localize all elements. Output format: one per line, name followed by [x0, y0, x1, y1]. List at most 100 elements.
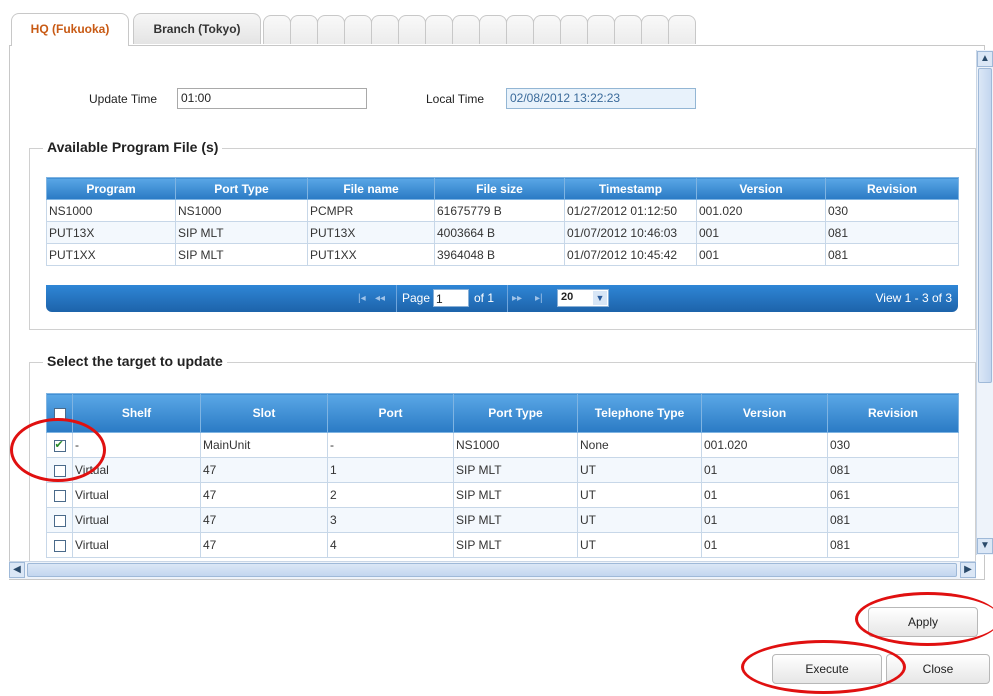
cell: NS1000: [453, 432, 578, 458]
horizontal-scrollbar[interactable]: ◀ ▶: [9, 561, 976, 579]
execute-button[interactable]: Execute: [772, 654, 882, 684]
tab-empty[interactable]: [668, 15, 696, 44]
vertical-scrollbar[interactable]: ▲ ▼: [976, 50, 993, 555]
tab-empty[interactable]: [452, 15, 480, 44]
cell: SIP MLT: [453, 482, 578, 508]
column-header-file-name[interactable]: File name: [307, 177, 435, 200]
cell: 2: [327, 482, 454, 508]
row-checkbox[interactable]: [46, 457, 73, 483]
column-header-revision[interactable]: Revision: [825, 177, 959, 200]
tab-bar: HQ (Fukuoka) Branch (Tokyo): [9, 13, 993, 47]
tab-empty[interactable]: [344, 15, 372, 44]
tab-hq-fukuoka[interactable]: HQ (Fukuoka): [11, 13, 129, 46]
page-number-input[interactable]: 1: [433, 289, 469, 307]
cell: 01: [701, 457, 828, 483]
row-checkbox[interactable]: [46, 507, 73, 533]
vertical-scroll-thumb[interactable]: [978, 68, 992, 383]
tab-empty[interactable]: [533, 15, 561, 44]
page-label: Page: [402, 291, 431, 305]
table-row[interactable]: PUT1XX SIP MLT PUT1XX 3964048 B 01/07/20…: [46, 243, 959, 266]
cell: SIP MLT: [453, 507, 578, 533]
horizontal-scroll-thumb[interactable]: [27, 563, 957, 577]
prev-page-icon[interactable]: ◂◂: [375, 285, 385, 312]
cell: 081: [825, 243, 959, 266]
column-header-file-size[interactable]: File size: [434, 177, 565, 200]
scroll-up-icon[interactable]: ▲: [977, 51, 993, 67]
cell: Virtual: [72, 482, 201, 508]
scroll-down-icon[interactable]: ▼: [977, 538, 993, 554]
column-header-shelf[interactable]: Shelf: [72, 393, 201, 433]
column-header-port-type[interactable]: Port Type: [453, 393, 578, 433]
table-row[interactable]: NS1000 NS1000 PCMPR 61675779 B 01/27/201…: [46, 199, 959, 222]
cell: SIP MLT: [175, 243, 308, 266]
cell: SIP MLT: [453, 457, 578, 483]
scroll-right-icon[interactable]: ▶: [960, 562, 976, 578]
pager-separator: [396, 285, 397, 312]
scroll-left-icon[interactable]: ◀: [9, 562, 25, 578]
table-row[interactable]: PUT13X SIP MLT PUT13X 4003664 B 01/07/20…: [46, 221, 959, 244]
row-checkbox[interactable]: [46, 482, 73, 508]
tab-empty[interactable]: [263, 15, 291, 44]
cell: 01: [701, 482, 828, 508]
cell: 47: [200, 507, 328, 533]
apply-button[interactable]: Apply: [868, 607, 978, 637]
column-header-revision[interactable]: Revision: [827, 393, 959, 433]
table-row[interactable]: Virtual 47 4 SIP MLT UT 01 081: [46, 532, 959, 558]
tab-empty[interactable]: [560, 15, 588, 44]
tab-empty[interactable]: [398, 15, 426, 44]
column-header-port[interactable]: Port: [327, 393, 454, 433]
cell: Virtual: [72, 532, 201, 558]
column-header-program[interactable]: Program: [46, 177, 176, 200]
cell: 01/07/2012 10:46:03: [564, 221, 697, 244]
view-count-text: View 1 - 3 of 3: [875, 291, 953, 305]
cell: 001: [696, 221, 826, 244]
program-files-table: Program Port Type File name File size Ti…: [46, 177, 959, 266]
cell: 47: [200, 482, 328, 508]
table-row[interactable]: Virtual 47 3 SIP MLT UT 01 081: [46, 507, 959, 533]
cell: 001.020: [701, 432, 828, 458]
cell: 47: [200, 532, 328, 558]
tab-empty[interactable]: [425, 15, 453, 44]
pager-bar: |◂ ◂◂ Page 1 of 1 ▸▸ ▸| 20 ▼ View 1 - 3 …: [46, 285, 958, 312]
cell: UT: [577, 507, 702, 533]
table-row[interactable]: - MainUnit - NS1000 None 001.020 030: [46, 432, 959, 458]
tab-empty[interactable]: [479, 15, 507, 44]
tab-empty[interactable]: [641, 15, 669, 44]
tab-empty[interactable]: [371, 15, 399, 44]
cell: 3: [327, 507, 454, 533]
cell: PUT1XX: [307, 243, 435, 266]
row-checkbox[interactable]: [46, 432, 73, 458]
last-page-icon[interactable]: ▸|: [535, 285, 543, 312]
cell: 1: [327, 457, 454, 483]
tab-empty[interactable]: [317, 15, 345, 44]
tab-empty[interactable]: [506, 15, 534, 44]
cell: 01: [701, 507, 828, 533]
select-all-checkbox[interactable]: [46, 393, 73, 433]
column-header-version[interactable]: Version: [696, 177, 826, 200]
close-button[interactable]: Close: [886, 654, 990, 684]
checkbox-icon: [53, 539, 66, 552]
page-size-select[interactable]: 20 ▼: [557, 289, 609, 307]
update-time-field[interactable]: 01:00: [177, 88, 367, 109]
tab-empty[interactable]: [587, 15, 615, 44]
tab-branch-tokyo[interactable]: Branch (Tokyo): [133, 13, 261, 44]
column-header-version[interactable]: Version: [701, 393, 828, 433]
table-row[interactable]: Virtual 47 1 SIP MLT UT 01 081: [46, 457, 959, 483]
tab-empty[interactable]: [614, 15, 642, 44]
column-header-telephone-type[interactable]: Telephone Type: [577, 393, 702, 433]
cell: 030: [825, 199, 959, 222]
column-header-slot[interactable]: Slot: [200, 393, 328, 433]
cell: Virtual: [72, 507, 201, 533]
table-row[interactable]: Virtual 47 2 SIP MLT UT 01 061: [46, 482, 959, 508]
next-page-icon[interactable]: ▸▸: [512, 285, 522, 312]
cell: NS1000: [175, 199, 308, 222]
column-header-port-type[interactable]: Port Type: [175, 177, 308, 200]
row-checkbox[interactable]: [46, 532, 73, 558]
first-page-icon[interactable]: |◂: [358, 285, 366, 312]
cell: 01/07/2012 10:45:42: [564, 243, 697, 266]
cell: 081: [827, 457, 959, 483]
tab-empty[interactable]: [290, 15, 318, 44]
local-time-field: 02/08/2012 13:22:23: [506, 88, 696, 109]
column-header-timestamp[interactable]: Timestamp: [564, 177, 697, 200]
checkbox-icon: [53, 514, 66, 527]
